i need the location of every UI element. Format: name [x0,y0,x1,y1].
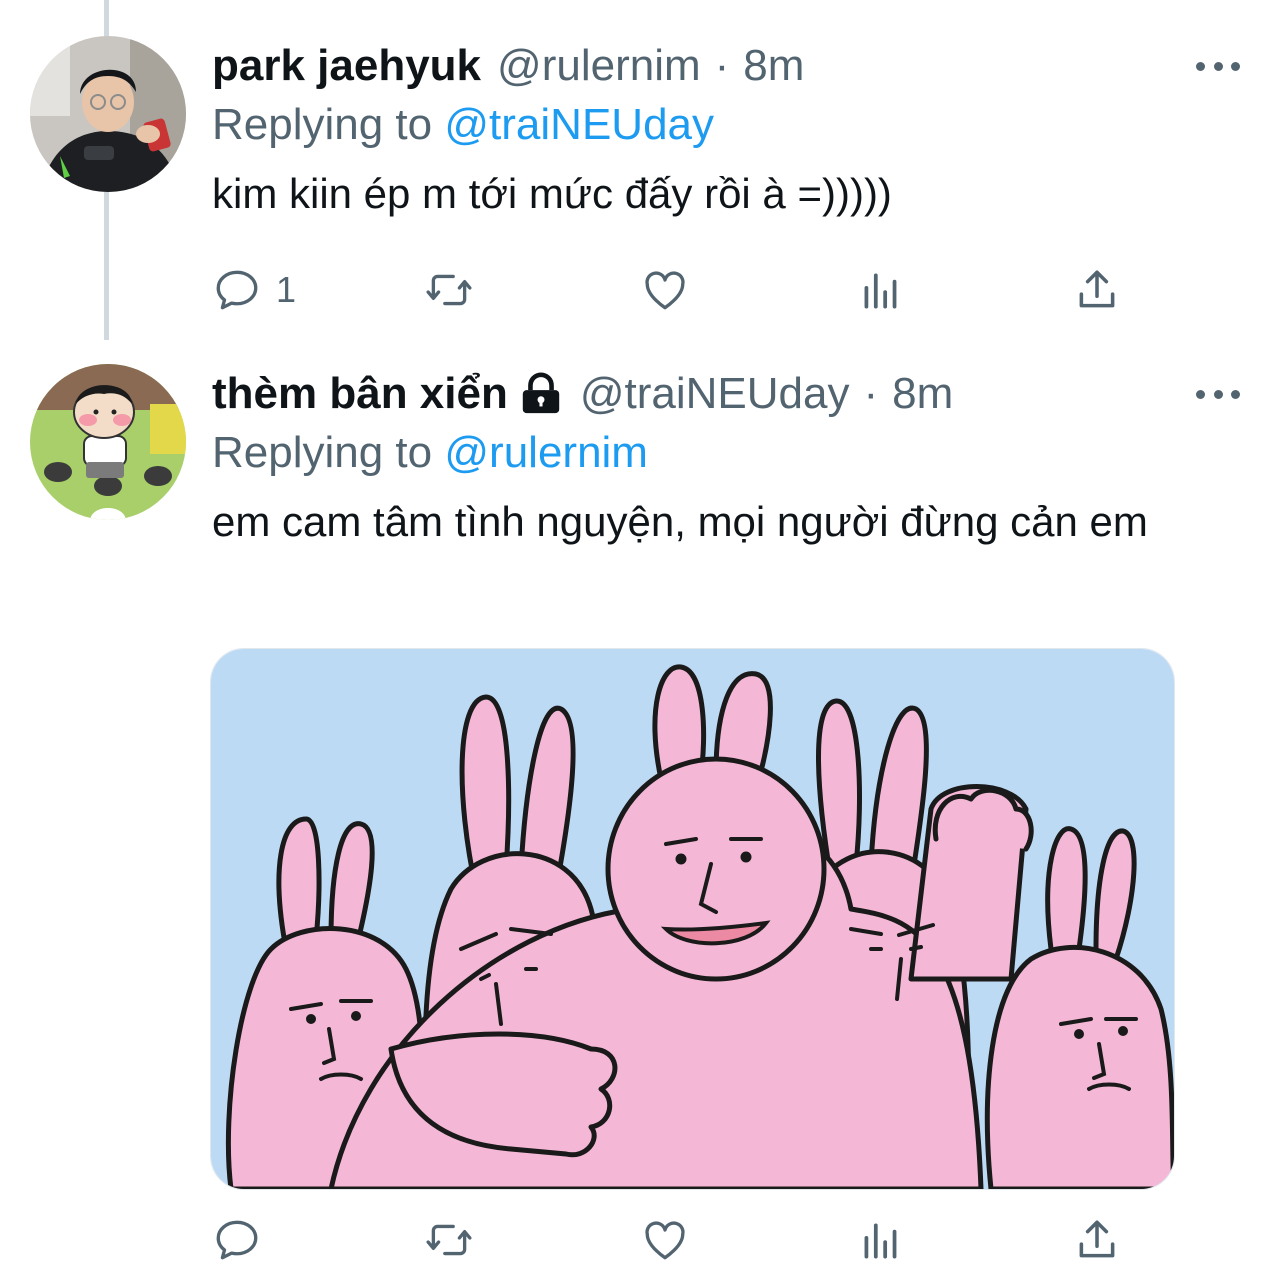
reply-button[interactable]: 1 [212,262,296,318]
reply-icon [216,270,258,310]
separator-dot: · [714,41,730,90]
share-icon [1079,270,1115,308]
reply-count: 1 [276,269,297,310]
reply-icon [216,1220,258,1260]
timestamp[interactable]: 8m [892,364,953,424]
replying-to-label: Replying to [212,100,433,149]
like-icon [645,1221,685,1260]
views-icon [864,1223,897,1259]
replying-to-line: Replying to @traiNEUday [212,96,1244,154]
views-button[interactable] [856,1212,906,1268]
lock-icon [518,371,564,417]
like-button[interactable] [640,262,690,318]
more-options-icon[interactable] [1196,56,1240,76]
user-handle[interactable]: @rulernim [497,36,701,96]
views-icon [864,273,897,309]
avatar[interactable] [30,364,186,520]
like-button[interactable] [640,1212,690,1268]
retweet-icon [426,274,472,306]
replying-to-line: Replying to @rulernim [212,424,1244,482]
retweet-button[interactable] [424,1212,474,1268]
tweet-text: kim kiin ép m tới mức đấy rồi à =))))) [212,170,892,217]
share-button[interactable] [1072,1212,1122,1268]
share-icon [1079,1220,1115,1258]
tweet-actions: 1 [212,262,1132,318]
timestamp[interactable]: 8m [743,36,804,96]
avatar[interactable] [30,36,186,192]
display-name[interactable]: park jaehyuk [212,36,481,96]
user-handle[interactable]: @traiNEUday [580,364,850,424]
replying-to-mention[interactable]: @traiNEUday [444,100,714,149]
views-button[interactable] [856,262,906,318]
replying-to-mention[interactable]: @rulernim [444,428,648,477]
share-button[interactable] [1072,262,1122,318]
tweet-text: em cam tâm tình nguyện, mọi người đừng c… [212,498,1148,545]
more-options-icon[interactable] [1196,384,1240,404]
tweet-media-image[interactable] [210,648,1175,1190]
like-icon [645,271,685,310]
tweet-actions [212,1212,1132,1268]
replying-to-label: Replying to [212,428,433,477]
reply-button[interactable] [212,1212,276,1268]
retweet-icon [426,1224,472,1256]
retweet-button[interactable] [424,262,474,318]
tweet[interactable]: park jaehyuk @rulernim · 8m Replying to … [0,0,1284,340]
tweet[interactable]: thèm bân xiển @traiNEUday · 8m Replying … [0,340,1284,1286]
display-name[interactable]: thèm bân xiển [212,364,508,424]
separator-dot: · [863,369,879,418]
